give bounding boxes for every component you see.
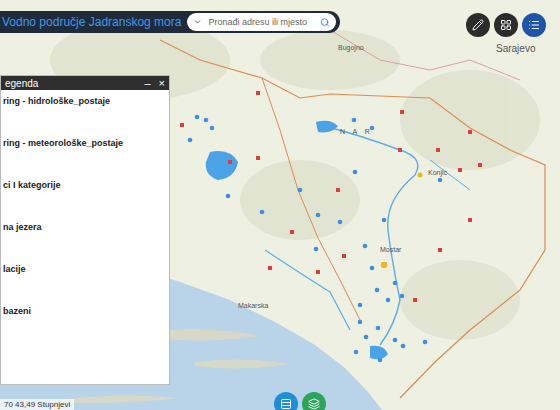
meteorological-station-marker[interactable]: [413, 298, 417, 302]
meteorological-station-marker[interactable]: [438, 248, 442, 252]
minimize-button[interactable]: –: [144, 78, 150, 89]
legend-item: ring - hidrološke_postaje: [3, 96, 163, 108]
meteorological-station-marker[interactable]: [316, 270, 320, 274]
coordinates-readout: 70 43,49 Stupnjevi: [0, 399, 74, 410]
meteorological-station-marker[interactable]: [336, 188, 340, 192]
map-place-label: Mostar: [380, 246, 402, 253]
hydrological-station-marker[interactable]: [204, 118, 209, 123]
map-app: Bugojno Sarajevo N A R Konjic Mostar Makarska…: [0, 0, 560, 410]
basemap-icon: [280, 398, 292, 410]
hydrological-station-marker[interactable]: [298, 188, 303, 193]
legend-item: lacije: [3, 264, 163, 276]
meteorological-station-marker[interactable]: [180, 123, 184, 127]
hydrological-station-marker[interactable]: [400, 294, 405, 299]
apps-button[interactable]: [494, 13, 518, 37]
meteorological-station-marker[interactable]: [342, 254, 346, 258]
dropdown-icon[interactable]: [193, 17, 202, 27]
meteorological-station-marker[interactable]: [256, 156, 260, 160]
meteorological-station-marker[interactable]: [256, 91, 260, 95]
hydrological-station-marker[interactable]: [438, 178, 443, 183]
hydrological-station-marker[interactable]: [378, 358, 383, 363]
hydrological-station-marker[interactable]: [316, 213, 321, 218]
legend-panel: egenda–×ring - hidrološke_postajering - …: [0, 75, 170, 385]
map-place-label: Konjic: [428, 169, 448, 177]
hydrological-station-marker[interactable]: [376, 326, 381, 331]
search-icon[interactable]: [320, 17, 330, 28]
hydrological-station-marker[interactable]: [364, 335, 369, 340]
map-place-label: Bugojno: [338, 44, 364, 52]
hydrological-station-marker[interactable]: [393, 281, 398, 286]
hydrological-station-marker[interactable]: [353, 170, 358, 175]
hydrological-station-marker[interactable]: [401, 344, 406, 349]
meteorological-station-marker[interactable]: [400, 110, 404, 114]
map-place-label: N A R: [340, 128, 373, 135]
selected-marker[interactable]: [380, 261, 388, 269]
hydrological-station-marker[interactable]: [358, 303, 363, 308]
legend-header: egenda –×: [1, 76, 169, 90]
hydrological-station-marker[interactable]: [358, 320, 363, 325]
hydrological-station-marker[interactable]: [393, 338, 398, 343]
lake: [206, 151, 238, 180]
meteorological-station-marker[interactable]: [468, 218, 472, 222]
close-button[interactable]: ×: [159, 78, 165, 89]
map-place-label: Makarska: [238, 302, 268, 309]
hydrological-station-marker[interactable]: [386, 298, 391, 303]
edit-button[interactable]: [466, 13, 490, 37]
hydrological-station-marker[interactable]: [195, 115, 200, 120]
search-input[interactable]: [206, 16, 316, 28]
hydrological-station-marker[interactable]: [423, 340, 428, 345]
meteorological-station-marker[interactable]: [268, 266, 272, 270]
hydrological-station-marker[interactable]: [188, 138, 193, 143]
meteorological-station-marker[interactable]: [290, 230, 294, 234]
hydrological-station-marker[interactable]: [314, 247, 319, 252]
toolbar: [466, 13, 546, 37]
hydrological-station-marker[interactable]: [370, 266, 375, 271]
hydrological-station-marker[interactable]: [375, 288, 380, 293]
hydrological-station-marker[interactable]: [338, 220, 343, 225]
legend-item: na jezera: [3, 222, 163, 234]
bottom-toolbar: [274, 392, 326, 410]
meteorological-station-marker[interactable]: [436, 148, 440, 152]
pencil-icon: [472, 19, 484, 31]
grid-icon: [500, 19, 512, 31]
legend-title: egenda: [5, 78, 38, 89]
hydrological-station-marker[interactable]: [363, 244, 368, 249]
meteorological-station-marker[interactable]: [458, 168, 462, 172]
layers-icon: [308, 398, 320, 410]
basemap-button[interactable]: [274, 392, 298, 410]
meteorological-station-marker[interactable]: [478, 163, 482, 167]
legend-item: bazeni: [3, 306, 163, 318]
meteorological-station-marker[interactable]: [468, 130, 472, 134]
hydrological-station-marker[interactable]: [382, 218, 387, 223]
header-bar: Vodno područje Jadranskog mora: [0, 11, 340, 33]
hydrological-station-marker[interactable]: [260, 210, 265, 215]
hydrological-station-marker[interactable]: [354, 350, 359, 355]
legend-item: ring - meteorološke_postaje: [3, 138, 163, 150]
hydrological-station-marker[interactable]: [226, 194, 231, 199]
hydrological-station-marker[interactable]: [352, 118, 357, 123]
river: [320, 125, 418, 345]
layers-button[interactable]: [302, 392, 326, 410]
legend-list: ring - hidrološke_postajering - meteorol…: [1, 90, 169, 318]
search-box: [187, 13, 336, 31]
meteorological-station-marker[interactable]: [398, 148, 402, 152]
list-button[interactable]: [522, 13, 546, 37]
hydrological-station-marker[interactable]: [210, 126, 215, 131]
app-title: Vodno područje Jadranskog mora: [2, 15, 181, 29]
list-icon: [528, 19, 540, 31]
meteorological-station-marker[interactable]: [228, 160, 232, 164]
legend-item: ci I kategorije: [3, 180, 163, 192]
basin-border: [160, 40, 545, 398]
map-place-label: Sarajevo: [496, 43, 536, 54]
